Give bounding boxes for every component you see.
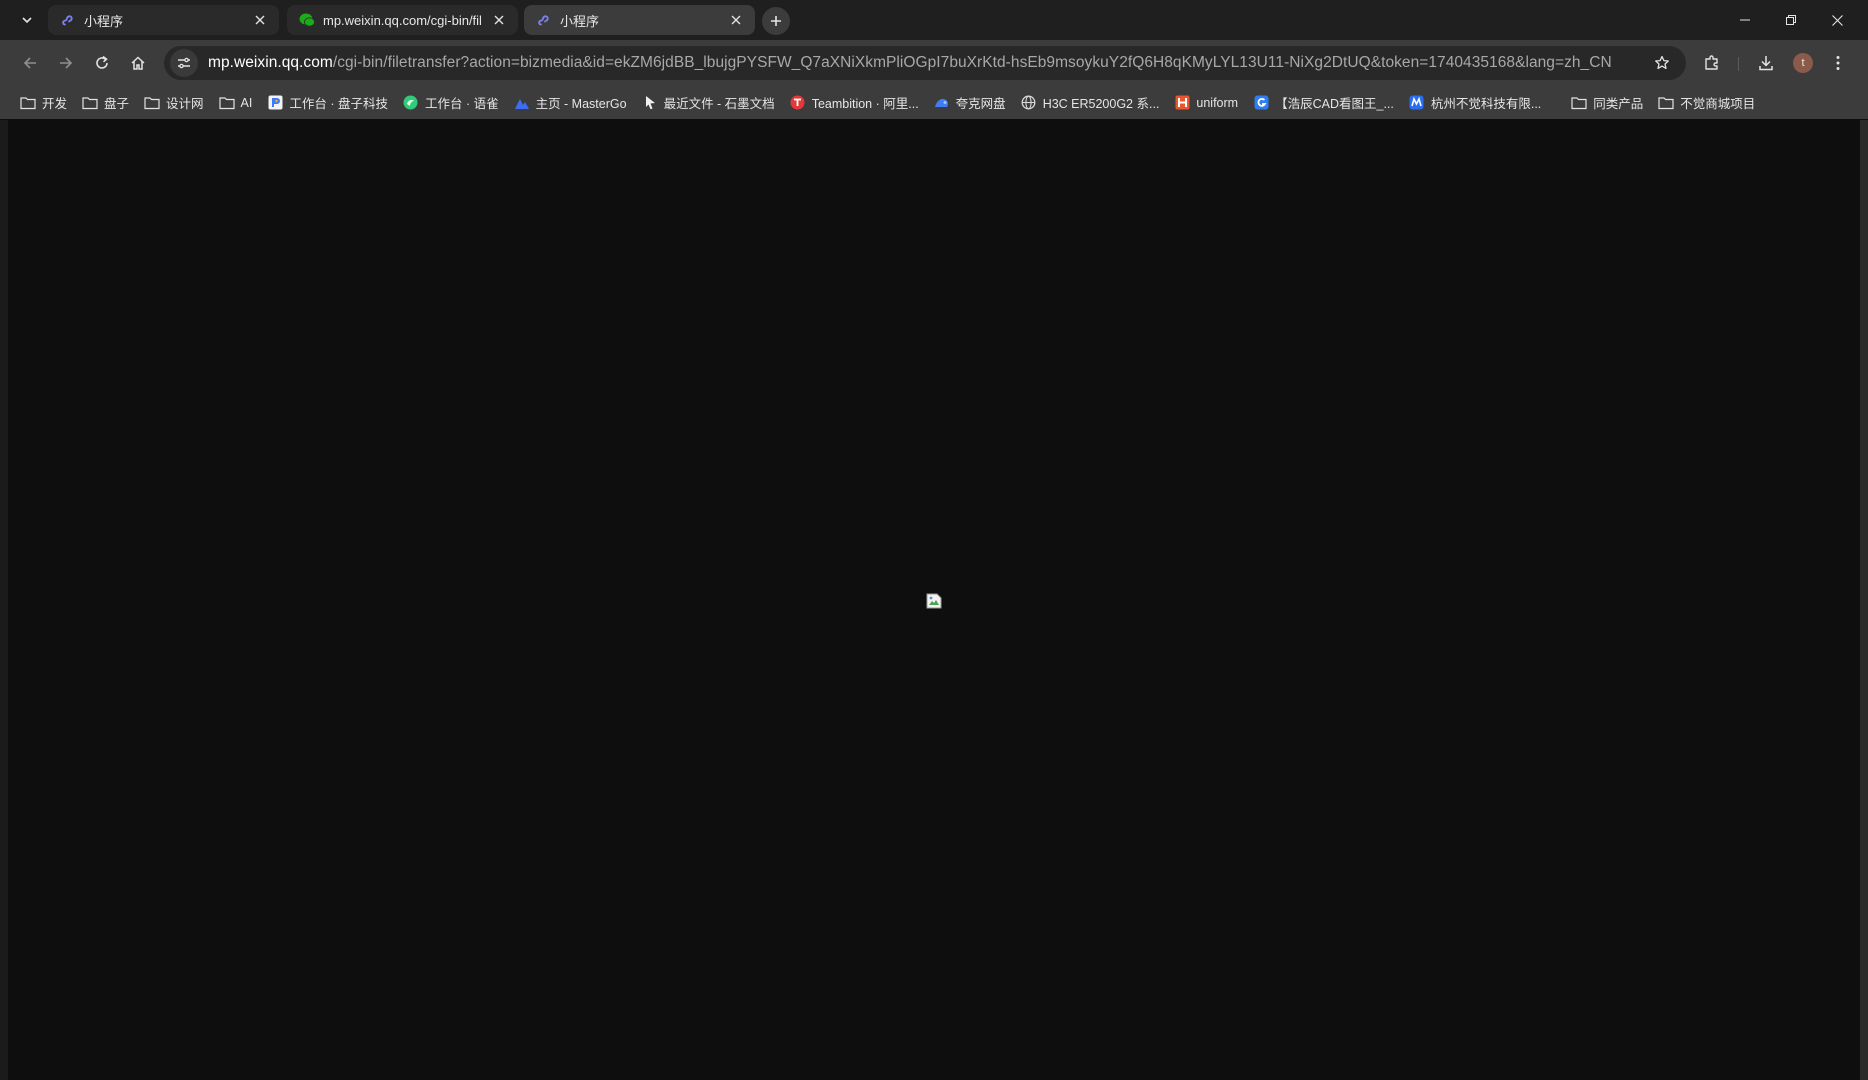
- bookmark-buju-tech[interactable]: 杭州不觉科技有限...: [1409, 90, 1541, 116]
- tab-3-active[interactable]: 小程序: [524, 5, 755, 35]
- background-window-edge: [0, 120, 8, 1080]
- bookmark-folder-ai[interactable]: AI: [218, 90, 253, 116]
- tab-1[interactable]: 小程序: [48, 5, 279, 35]
- miniprogram-icon: [60, 12, 76, 28]
- shimo-icon: [642, 95, 658, 111]
- bookmark-shimo[interactable]: 最近文件 - 石墨文档: [642, 90, 775, 116]
- folder-icon: [1571, 95, 1587, 111]
- gstarcad-icon: [1253, 95, 1269, 111]
- folder-icon: [1658, 95, 1674, 111]
- bookmark-label: 主页 - MasterGo: [535, 97, 627, 111]
- bookmark-label: 不觉商城项目: [1680, 97, 1756, 111]
- tab-search-button[interactable]: [14, 7, 40, 33]
- bookmark-label: 最近文件 - 石墨文档: [663, 97, 775, 111]
- close-window-button[interactable]: [1814, 0, 1860, 40]
- back-button[interactable]: [16, 49, 44, 77]
- downloads-button[interactable]: [1752, 49, 1780, 77]
- minimize-icon: [1740, 19, 1750, 21]
- bookmark-label: 设计网: [166, 97, 204, 111]
- miniprogram-icon: [536, 12, 552, 28]
- teambition-icon: [790, 95, 806, 111]
- bookmark-star-icon[interactable]: [1650, 51, 1674, 75]
- bookmark-label: AI: [240, 95, 253, 110]
- bookmarks-bar: 开发 盘子 设计网 AI 工作台 · 盘子科技 工作台 · 语雀 主页 - Ma…: [0, 86, 1868, 119]
- new-tab-button[interactable]: [762, 7, 790, 35]
- bookmark-label: 工作台 · 盘子科技: [289, 97, 388, 111]
- address-bar[interactable]: mp.weixin.qq.com/cgi-bin/filetransfer?ac…: [164, 46, 1686, 80]
- bookmark-folder-design[interactable]: 设计网: [144, 90, 204, 116]
- puzzle-icon: [1705, 55, 1718, 70]
- folder-icon: [218, 95, 235, 111]
- yuque-icon: [403, 95, 419, 111]
- tab-title: mp.weixin.qq.com/cgi-bin/fil: [323, 12, 482, 28]
- arrow-left-icon: [23, 57, 36, 69]
- chevron-down-icon: [22, 17, 32, 24]
- close-icon[interactable]: [727, 11, 745, 29]
- bookmark-mastergo[interactable]: 主页 - MasterGo: [514, 90, 627, 116]
- bookmark-folder-mall-project[interactable]: 不觉商城项目: [1658, 90, 1755, 116]
- close-icon[interactable]: [490, 11, 508, 29]
- mastergo-icon: [514, 95, 530, 111]
- site-info-icon[interactable]: [170, 49, 198, 77]
- uniform-icon: [1174, 95, 1190, 111]
- bookmark-yuque[interactable]: 工作台 · 语雀: [403, 90, 499, 116]
- tab-strip: 小程序 mp.weixin.qq.com/cgi-bin/fil 小程序: [0, 0, 1868, 40]
- page-viewport: [8, 120, 1860, 1080]
- menu-button[interactable]: [1824, 49, 1852, 77]
- arrow-right-icon: [60, 57, 73, 69]
- home-button[interactable]: [124, 49, 152, 77]
- bookmark-uniform[interactable]: uniform: [1174, 90, 1238, 116]
- home-icon: [131, 56, 145, 70]
- bookmark-folder-dev[interactable]: 开发: [20, 90, 67, 116]
- extensions-button[interactable]: [1698, 49, 1726, 77]
- buju-icon: [1409, 95, 1425, 111]
- minimize-button[interactable]: [1722, 0, 1768, 40]
- bookmark-label: Teambition · 阿里...: [811, 97, 919, 111]
- restore-icon: [1786, 15, 1796, 25]
- bookmark-label: uniform: [1196, 95, 1239, 110]
- bookmark-label: H3C ER5200G2 系...: [1042, 97, 1160, 111]
- url-host: mp.weixin.qq.com: [208, 54, 333, 71]
- tab-title: 小程序: [84, 13, 124, 29]
- forward-button[interactable]: [52, 49, 80, 77]
- more-vert-icon: [1836, 56, 1840, 70]
- bookmark-label: 【浩辰CAD看图王_...: [1275, 97, 1394, 111]
- toolbar-divider: [1738, 57, 1739, 71]
- download-icon: [1759, 56, 1773, 71]
- bookmark-folder-panzi[interactable]: 盘子: [82, 90, 129, 116]
- reload-icon: [96, 55, 108, 69]
- bookmark-h3c[interactable]: H3C ER5200G2 系...: [1021, 90, 1160, 116]
- globe-icon: [1021, 95, 1037, 111]
- close-icon[interactable]: [251, 11, 269, 29]
- bookmark-label: 杭州不觉科技有限...: [1430, 97, 1542, 111]
- profile-avatar[interactable]: t: [1793, 53, 1813, 73]
- url-path: /cgi-bin/filetransfer?action=bizmedia&id…: [332, 54, 1612, 71]
- folder-icon: [20, 95, 36, 111]
- toolbar: mp.weixin.qq.com/cgi-bin/filetransfer?ac…: [0, 40, 1868, 86]
- bookmark-label: 工作台 · 语雀: [424, 97, 499, 111]
- bookmark-teambition[interactable]: Teambition · 阿里...: [790, 90, 919, 116]
- broken-image-icon: [926, 593, 942, 609]
- plus-icon: [771, 16, 781, 26]
- bookmark-workbench-panzi[interactable]: 工作台 · 盘子科技: [267, 90, 388, 116]
- folder-icon: [82, 95, 98, 111]
- close-icon: [1831, 14, 1843, 26]
- url-text[interactable]: mp.weixin.qq.com/cgi-bin/filetransfer?ac…: [208, 54, 1650, 72]
- wechat-icon: [299, 12, 315, 28]
- tab-2[interactable]: mp.weixin.qq.com/cgi-bin/fil: [287, 5, 518, 35]
- bookmark-gstarcad[interactable]: 【浩辰CAD看图王_...: [1253, 90, 1394, 116]
- workbench-icon: [267, 95, 283, 111]
- bookmark-label: 同类产品: [1593, 97, 1644, 111]
- bookmark-folder-similar-products[interactable]: 同类产品: [1571, 90, 1643, 116]
- quark-icon: [934, 95, 950, 111]
- scrollbar-track[interactable]: [1860, 120, 1868, 1080]
- bookmark-label: 开发: [42, 97, 68, 111]
- bookmark-label: 夸克网盘: [955, 97, 1006, 111]
- folder-icon: [144, 95, 160, 111]
- bookmark-quark[interactable]: 夸克网盘: [934, 90, 1006, 116]
- tab-title: 小程序: [560, 13, 600, 29]
- restore-button[interactable]: [1768, 0, 1814, 40]
- bookmark-label: 盘子: [104, 97, 130, 111]
- reload-button[interactable]: [88, 49, 116, 77]
